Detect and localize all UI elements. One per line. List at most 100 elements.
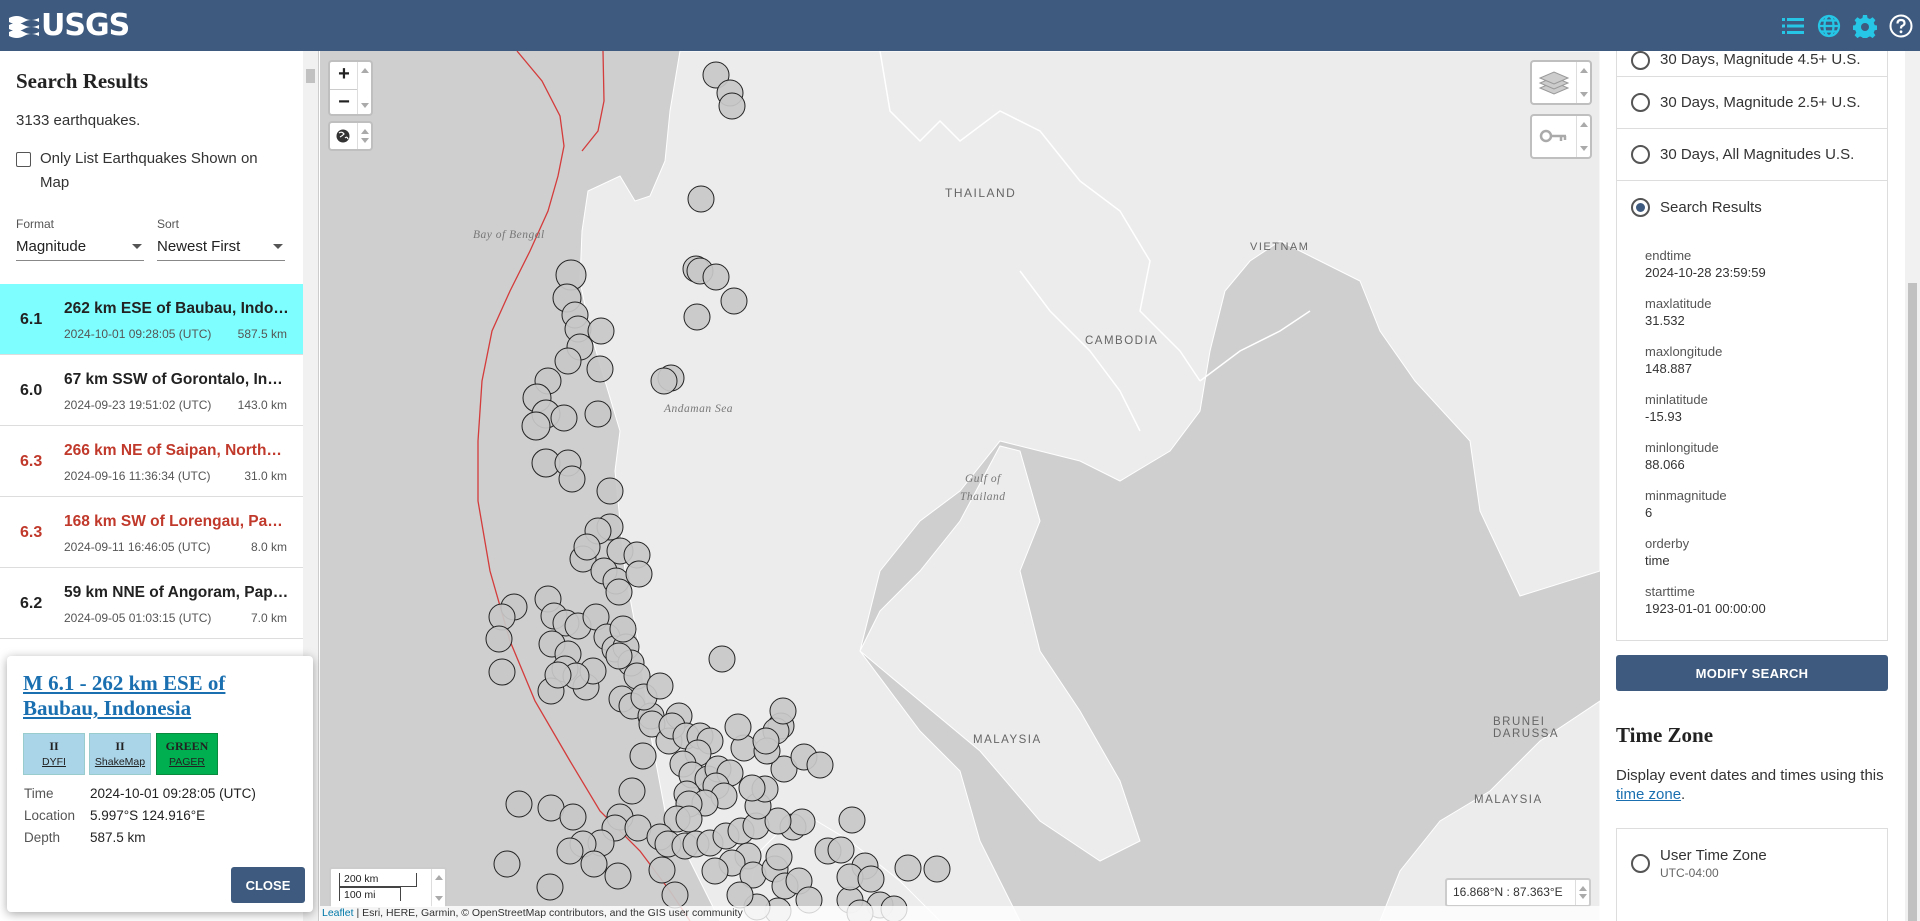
popup-title-link[interactable]: M 6.1 - 262 km ESE of Baubau, Indonesia	[23, 671, 303, 721]
only-list-label: Only List Earthquakes Shown on Map	[40, 150, 258, 191]
event-time: 2024-10-01 09:28:05 (UTC)	[64, 327, 212, 341]
param-value: 1923-01-01 00:00:00	[1645, 601, 1766, 616]
chevron-down-icon	[273, 244, 283, 249]
shakemap-badge[interactable]: II ShakeMap	[89, 733, 151, 775]
radio-icon[interactable]	[1631, 145, 1650, 164]
zoom-out-button[interactable]: −	[330, 89, 358, 115]
label-malaysia: MALAYSIA	[973, 734, 1042, 746]
layers-icon	[1538, 71, 1570, 95]
checkbox-icon[interactable]	[16, 152, 31, 167]
close-button[interactable]: CLOSE	[231, 867, 305, 903]
feed-label: 30 Days, Magnitude 2.5+ U.S.	[1660, 94, 1861, 111]
event-time: 2024-09-05 01:03:15 (UTC)	[64, 611, 212, 625]
row-key: Location	[24, 808, 76, 823]
param-key: minlatitude	[1645, 392, 1708, 407]
time-zone-options: User Time Zone UTC-04:00	[1616, 828, 1888, 921]
radio-icon[interactable]	[1631, 854, 1650, 873]
feed-option-search-results[interactable]: Search Results	[1617, 181, 1887, 233]
search-results-title: Search Results	[16, 69, 149, 93]
param-minlatitude: minlatitude -15.93	[1645, 391, 1766, 425]
event-depth: 31.0 km	[244, 469, 287, 483]
label-bay-of-bengal: Bay of Bengal	[473, 229, 545, 241]
feed-label: 30 Days, Magnitude 4.5+ U.S.	[1660, 51, 1861, 68]
settings-gear-icon[interactable]	[1852, 13, 1878, 39]
dyfi-badge[interactable]: II DYFI	[23, 733, 85, 775]
only-list-shown-checkbox[interactable]: Only List Earthquakes Shown on Map	[16, 147, 276, 195]
layers-control[interactable]	[1530, 60, 1592, 105]
help-icon[interactable]	[1888, 13, 1914, 39]
scale-mi: 100 mi	[339, 887, 401, 901]
earthquake-markers-layer[interactable]	[320, 51, 1600, 921]
usgs-logo-text: USGS	[41, 8, 130, 43]
list-icon[interactable]	[1780, 13, 1806, 39]
zoom-spinner[interactable]	[357, 62, 371, 114]
label-brunei: BRUNEI DARUSSA	[1493, 716, 1560, 740]
top-header: USGS	[0, 0, 1920, 51]
attribution-text: | Esri, HERE, Garmin, © OpenStreetMap co…	[353, 907, 743, 919]
time-zone-title: Time Zone	[1616, 723, 1714, 747]
param-key: maxlongitude	[1645, 344, 1723, 359]
usgs-logo[interactable]: USGS	[9, 8, 130, 43]
magnitude: 6.0	[20, 382, 43, 399]
sort-label: Sort	[157, 217, 180, 231]
globe-icon[interactable]	[1816, 13, 1842, 39]
earthquake-list-item[interactable]: 6.3 168 km SW of Lorengau, Papua New Gui…	[0, 497, 303, 568]
time-zone-link[interactable]: time zone	[1616, 786, 1681, 803]
event-depth: 7.0 km	[250, 611, 287, 625]
right-scrollbar[interactable]	[1905, 51, 1920, 921]
modify-search-button[interactable]: MODIFY SEARCH	[1616, 655, 1888, 691]
radio-icon[interactable]	[1631, 93, 1650, 112]
param-value: 2024-10-28 23:59:59	[1645, 265, 1766, 280]
earthquake-list-item[interactable]: 6.2 59 km NNE of Angoram, Papua New Guin…	[0, 568, 303, 639]
legend-control[interactable]	[1530, 114, 1592, 159]
label-andaman-sea: Andaman Sea	[664, 403, 734, 415]
param-value: time	[1645, 553, 1670, 568]
format-select[interactable]: Format Magnitude	[16, 217, 144, 261]
pager-badge[interactable]: GREEN PAGER	[156, 733, 218, 775]
param-starttime: starttime 1923-01-01 00:00:00	[1645, 583, 1766, 617]
param-orderby: orderby time	[1645, 535, 1766, 569]
feed-label: Search Results	[1660, 198, 1762, 216]
param-maxlongitude: maxlongitude 148.887	[1645, 343, 1766, 377]
globe-view-control[interactable]	[328, 121, 373, 151]
user-time-zone-option[interactable]: User Time Zone UTC-04:00	[1631, 847, 1767, 880]
param-key: endtime	[1645, 248, 1692, 263]
feed-option-2-5-us[interactable]: 30 Days, Magnitude 2.5+ U.S.	[1617, 77, 1887, 129]
zoom-in-button[interactable]: +	[330, 62, 358, 88]
param-key: starttime	[1645, 584, 1695, 599]
tz-desc-suffix: .	[1681, 786, 1686, 803]
leaflet-link[interactable]: Leaflet	[322, 907, 354, 919]
label-gulf-of-thailand-2: Thailand	[960, 491, 1006, 503]
earthquake-list-item[interactable]: 6.3 266 km NE of Saipan, Northern Marian…	[0, 426, 303, 497]
label-thailand: THAILAND	[945, 186, 1017, 200]
feed-option-4-5-us[interactable]: 30 Days, Magnitude 4.5+ U.S.	[1617, 51, 1887, 77]
chevron-down-icon	[132, 244, 142, 249]
radio-icon[interactable]	[1631, 51, 1650, 70]
param-minmagnitude: minmagnitude 6	[1645, 487, 1766, 521]
event-time: 2024-09-16 11:36:34 (UTC)	[64, 469, 211, 483]
sort-select[interactable]: Sort Newest First	[157, 217, 285, 261]
time-zone-description: Display event dates and times using this…	[1616, 766, 1896, 804]
feed-label: 30 Days, All Magnitudes U.S.	[1660, 146, 1855, 163]
map-view[interactable]: THAILAND VIETNAM CAMBODIA MALAYSIA MALAY…	[320, 51, 1600, 921]
row-key: Depth	[24, 830, 61, 845]
place: 67 km SSW of Gorontalo, Indonesia	[64, 371, 289, 388]
earthquake-list: 6.1 262 km ESE of Baubau, Indonesia 2024…	[0, 284, 303, 639]
earthquake-count: 3133 earthquakes.	[16, 112, 141, 129]
map-attribution: Leaflet | Esri, HERE, Garmin, © OpenStre…	[320, 906, 1600, 921]
format-label: Format	[16, 217, 55, 231]
earthquake-list-item[interactable]: 6.0 67 km SSW of Gorontalo, Indonesia 20…	[0, 355, 303, 426]
radio-selected-icon[interactable]	[1631, 197, 1650, 217]
param-maxlatitude: maxlatitude 31.532	[1645, 295, 1766, 329]
magnitude: 6.2	[20, 595, 43, 612]
param-key: maxlatitude	[1645, 296, 1712, 311]
param-value: 148.887	[1645, 361, 1692, 376]
magnitude: 6.1	[20, 311, 43, 328]
zoom-control: + −	[328, 60, 373, 116]
feed-option-all-us[interactable]: 30 Days, All Magnitudes U.S.	[1617, 129, 1887, 181]
param-value: 6	[1645, 505, 1653, 520]
dyfi-label: DYFI	[42, 756, 66, 768]
dyfi-value: II	[49, 739, 59, 753]
earthquake-list-item[interactable]: 6.1 262 km ESE of Baubau, Indonesia 2024…	[0, 284, 303, 355]
tz-desc-text: Display event dates and times using this	[1616, 767, 1884, 784]
